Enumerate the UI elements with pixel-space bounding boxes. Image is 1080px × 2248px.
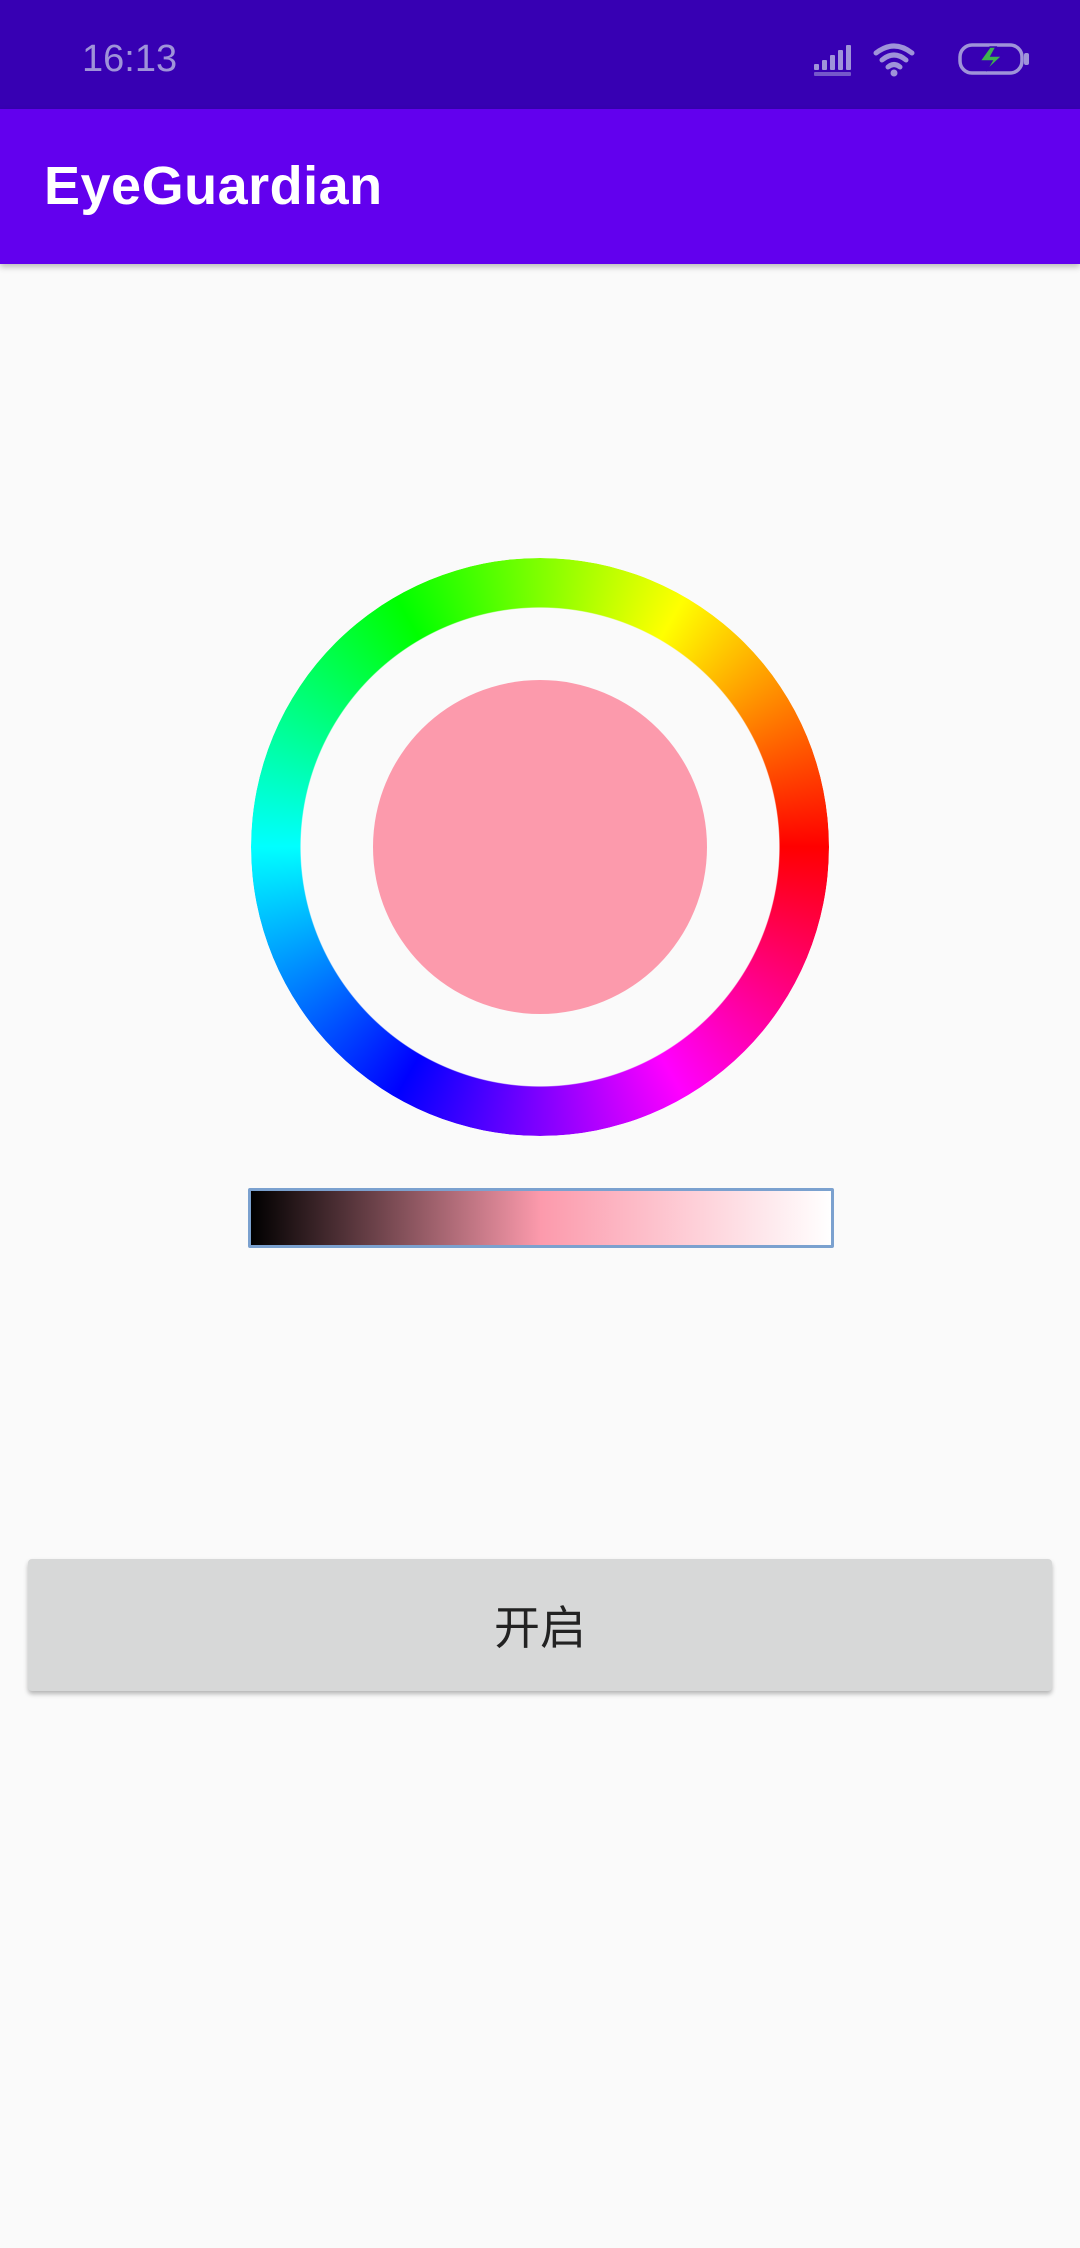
wifi-icon	[873, 43, 915, 70]
selected-color-preview[interactable]	[373, 680, 707, 1014]
brightness-slider[interactable]	[248, 1188, 834, 1248]
app-title: EyeGuardian	[44, 156, 383, 216]
status-time: 16:13	[82, 38, 178, 80]
app-bar: EyeGuardian	[0, 109, 1080, 264]
enable-button[interactable]: 开启	[28, 1559, 1052, 1691]
signal-icon	[814, 45, 851, 76]
status-icons	[814, 43, 1029, 77]
status-bar: 16:13	[0, 0, 1080, 109]
battery-charging-icon	[958, 43, 1029, 75]
